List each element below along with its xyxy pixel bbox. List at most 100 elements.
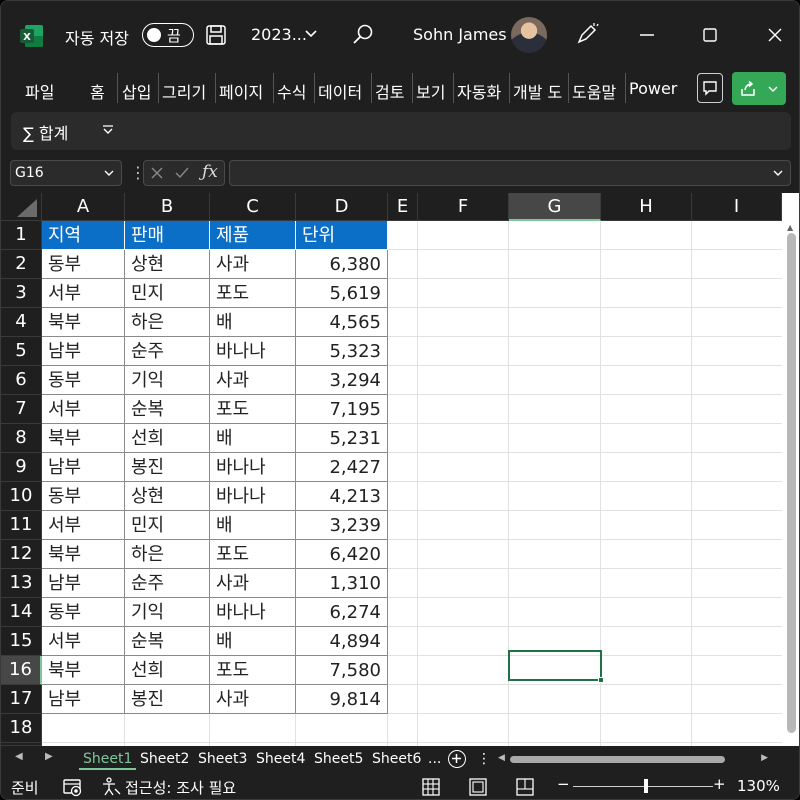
add-sheet-button[interactable]	[448, 750, 466, 768]
table-cell[interactable]: 바나나	[210, 482, 296, 511]
table-cell[interactable]: 동부	[42, 250, 125, 279]
page-layout-view-icon[interactable]	[468, 777, 488, 797]
horizontal-scroll-thumb[interactable]	[510, 756, 725, 763]
table-cell[interactable]: 포도	[210, 540, 296, 569]
table-cell[interactable]: 포도	[210, 656, 296, 685]
column-header-d[interactable]: D	[296, 193, 388, 221]
table-cell[interactable]: 7,195	[296, 395, 388, 424]
page-break-view-icon[interactable]	[515, 777, 535, 797]
table-cell[interactable]: 바나나	[210, 453, 296, 482]
table-cell[interactable]: 순주	[125, 337, 210, 366]
scroll-right-icon[interactable]: ▶	[761, 753, 768, 763]
table-cell[interactable]: 5,231	[296, 424, 388, 453]
sheet-tab-1[interactable]: Sheet1	[79, 749, 137, 770]
row-header-12[interactable]: 12	[1, 540, 42, 569]
tab-formulas[interactable]: 수식	[277, 79, 306, 103]
maximize-icon[interactable]	[700, 25, 720, 45]
table-header-cell[interactable]: 제품	[210, 221, 296, 250]
row-header-2[interactable]: 2	[1, 250, 42, 279]
sheet-prev-icon[interactable]: ◀	[15, 751, 23, 762]
table-cell[interactable]: 6,380	[296, 250, 388, 279]
table-cell[interactable]: 서부	[42, 511, 125, 540]
column-header-f[interactable]: F	[418, 193, 509, 221]
table-cell[interactable]: 3,239	[296, 511, 388, 540]
table-cell[interactable]: 동부	[42, 482, 125, 511]
fill-handle[interactable]	[598, 677, 604, 683]
normal-view-icon[interactable]	[421, 777, 441, 797]
sheet-tab-2[interactable]: Sheet2	[136, 749, 193, 770]
sheet-next-icon[interactable]: ▶	[45, 751, 53, 762]
table-cell[interactable]: 상현	[125, 482, 210, 511]
tab-file[interactable]: 파일	[25, 79, 54, 103]
table-cell[interactable]: 서부	[42, 627, 125, 656]
sheet-tab-4[interactable]: Sheet4	[252, 749, 309, 770]
row-header-5[interactable]: 5	[1, 337, 42, 366]
autosum-button[interactable]: ∑ 합계	[23, 120, 68, 144]
tab-developer[interactable]: 개발 도	[513, 79, 569, 103]
autosave-toggle[interactable]: 끔	[142, 23, 194, 47]
minimize-icon[interactable]	[637, 25, 657, 45]
row-header-4[interactable]: 4	[1, 308, 42, 337]
table-cell[interactable]: 하은	[125, 540, 210, 569]
file-name[interactable]: 2023...	[251, 25, 307, 44]
row-header-7[interactable]: 7	[1, 395, 42, 424]
chevron-down-icon[interactable]	[303, 25, 319, 41]
table-cell[interactable]: 북부	[42, 308, 125, 337]
column-header-h[interactable]: H	[601, 193, 692, 221]
table-cell[interactable]: 배	[210, 424, 296, 453]
row-header-9[interactable]: 9	[1, 453, 42, 482]
table-cell[interactable]: 배	[210, 627, 296, 656]
more-sheets-button[interactable]: ...	[424, 749, 445, 770]
accessibility-icon[interactable]	[101, 777, 121, 797]
row-header-10[interactable]: 10	[1, 482, 42, 511]
table-cell[interactable]: 남부	[42, 453, 125, 482]
function-icon[interactable]: ƒx	[202, 162, 218, 182]
search-icon[interactable]	[351, 23, 375, 47]
avatar[interactable]	[511, 17, 547, 53]
table-cell[interactable]: 서부	[42, 395, 125, 424]
user-name[interactable]: Sohn James	[413, 25, 507, 44]
table-cell[interactable]: 선희	[125, 424, 210, 453]
horizontal-scrollbar[interactable]: ◀ ▶	[498, 753, 768, 764]
tab-help[interactable]: 도움말	[572, 79, 616, 103]
table-cell[interactable]: 순복	[125, 627, 210, 656]
table-cell[interactable]: 상현	[125, 250, 210, 279]
table-cell[interactable]: 기익	[125, 598, 210, 627]
sheet-tab-5[interactable]: Sheet5	[310, 749, 367, 770]
table-cell[interactable]: 2,427	[296, 453, 388, 482]
column-header-g[interactable]: G	[509, 193, 601, 221]
table-header-cell[interactable]: 판매	[125, 221, 210, 250]
share-button[interactable]	[732, 72, 786, 105]
formula-input[interactable]	[229, 160, 791, 186]
table-header-cell[interactable]: 지역	[42, 221, 125, 250]
table-cell[interactable]: 6,274	[296, 598, 388, 627]
table-cell[interactable]: 북부	[42, 656, 125, 685]
table-cell[interactable]: 바나나	[210, 337, 296, 366]
cancel-icon[interactable]	[150, 166, 164, 180]
table-cell[interactable]: 사과	[210, 685, 296, 714]
tab-page-layout[interactable]: 페이지	[219, 79, 263, 103]
tab-draw[interactable]: 그리기	[162, 79, 206, 103]
macro-record-icon[interactable]	[63, 777, 83, 797]
row-header-3[interactable]: 3	[1, 279, 42, 308]
scroll-left-icon[interactable]: ◀	[498, 753, 505, 763]
column-header-e[interactable]: E	[388, 193, 418, 221]
table-cell[interactable]: 7,580	[296, 656, 388, 685]
row-header-14[interactable]: 14	[1, 598, 42, 627]
table-cell[interactable]: 사과	[210, 569, 296, 598]
tab-view[interactable]: 보기	[416, 79, 445, 103]
vertical-scrollbar[interactable]: ▲	[782, 221, 799, 746]
table-header-cell[interactable]: 단위	[296, 221, 388, 250]
comments-button[interactable]	[697, 73, 723, 103]
close-icon[interactable]	[765, 25, 785, 45]
active-cell-g16[interactable]	[508, 650, 604, 683]
table-cell[interactable]: 배	[210, 308, 296, 337]
table-cell[interactable]: 북부	[42, 424, 125, 453]
column-header-b[interactable]: B	[125, 193, 210, 221]
table-cell[interactable]: 동부	[42, 366, 125, 395]
table-cell[interactable]: 기익	[125, 366, 210, 395]
table-cell[interactable]: 봉진	[125, 685, 210, 714]
row-header-16[interactable]: 16	[1, 656, 42, 685]
column-header-c[interactable]: C	[210, 193, 296, 221]
row-header-18[interactable]: 18	[1, 714, 42, 743]
